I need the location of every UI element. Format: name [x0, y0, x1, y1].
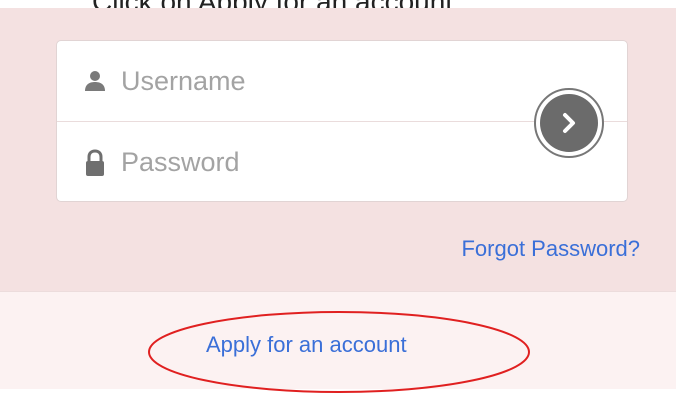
lock-icon [83, 147, 107, 179]
chevron-right-icon [557, 111, 581, 135]
forgot-password-link[interactable]: Forgot Password? [461, 236, 640, 262]
submit-login-button[interactable] [534, 88, 604, 158]
apply-section: Apply for an account [0, 291, 676, 393]
apply-account-link[interactable]: Apply for an account [206, 332, 407, 358]
username-input[interactable] [121, 65, 541, 97]
submit-button-fill [540, 94, 598, 152]
user-icon [83, 65, 107, 97]
login-panel: Forgot Password? [0, 8, 676, 291]
password-input[interactable] [121, 147, 541, 178]
